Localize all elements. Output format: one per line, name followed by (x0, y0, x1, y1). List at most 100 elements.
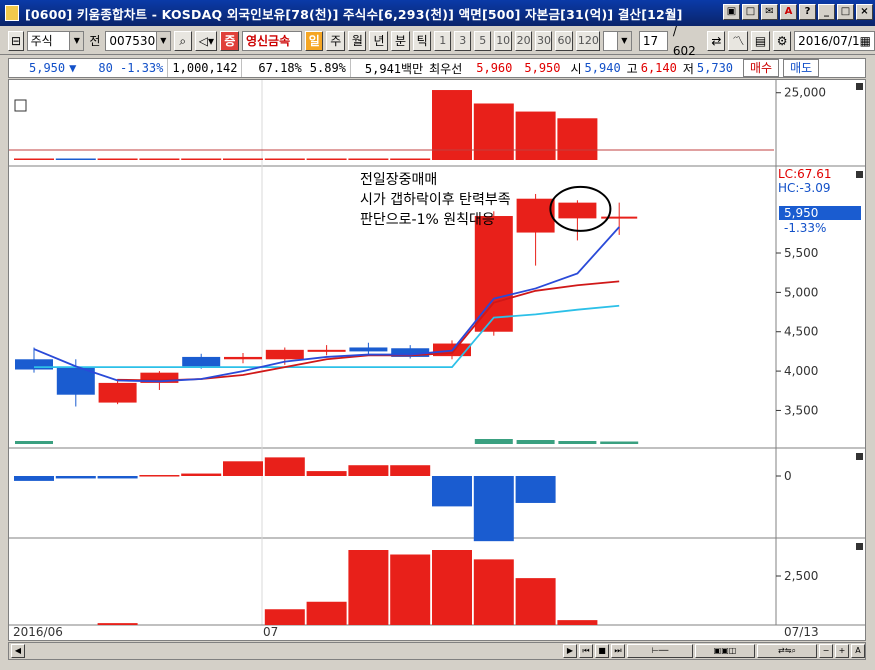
tile-button[interactable]: □ (742, 4, 759, 20)
zoom-out-icon[interactable]: − (819, 644, 833, 658)
grid-toggle-icon (14, 99, 27, 112)
last-icon[interactable]: ⏭ (611, 644, 625, 658)
oscillator-bar (181, 473, 222, 476)
y-tick-label: 5,500 (784, 246, 818, 260)
annotation-line-2: 시가 갭하락이후 탄력부족 (360, 192, 511, 208)
interval-select[interactable]: ▼ (603, 30, 632, 51)
annotation-line-3: 판단으로-1% 원칙대응 (360, 212, 495, 228)
sell-button[interactable]: 매도 (783, 59, 820, 77)
font-button[interactable]: A (780, 4, 797, 20)
date-input[interactable]: 2016/07/1 ▦ (794, 30, 875, 51)
minimize-button[interactable]: _ (818, 4, 835, 20)
candle-body (224, 356, 262, 360)
stop-icon[interactable]: ■ (595, 644, 609, 658)
interval-1[interactable]: 1 (434, 30, 452, 51)
zoom-icon[interactable]: ⇄⇋⌕ (757, 644, 817, 658)
y-tick-label: 4,000 (784, 364, 818, 378)
oscillator-bar (14, 476, 54, 481)
volume-strip-bar (15, 441, 53, 444)
panel-close-icon (856, 83, 863, 90)
ma-line-blue (33, 226, 620, 383)
period-week[interactable]: 주 (326, 30, 345, 51)
oscillator-bar (139, 475, 180, 477)
turnover: 5.89% (309, 61, 346, 75)
volume: 1,000,142 (172, 61, 238, 75)
y-tick-label: 5,000 (784, 285, 818, 299)
panel-close-icon (856, 453, 863, 460)
y-tick-label: 2,500 (784, 569, 818, 583)
market-select[interactable]: 주식 ▼ (26, 30, 85, 51)
open-price: 5,940 (584, 61, 621, 75)
foreign-volume-bar (223, 158, 263, 160)
search-icon[interactable]: ⌕ (173, 30, 192, 51)
interval-5[interactable]: 5 (474, 30, 492, 51)
stock-name: 영신금속 (241, 30, 302, 51)
current-price-label: 5,950 (784, 206, 818, 220)
interval-20[interactable]: 20 (514, 30, 533, 51)
current-price: 5,950 (29, 61, 66, 75)
count-input[interactable]: 17 (638, 30, 668, 51)
interval-30[interactable]: 30 (535, 30, 553, 51)
hc-label: HC:-3.09 (778, 181, 831, 195)
interval-60[interactable]: 60 (555, 30, 573, 51)
calendar-icon[interactable]: ▦ (860, 32, 871, 50)
help-button[interactable]: ? (799, 4, 816, 20)
foreign-volume-bar (390, 158, 431, 160)
high-price: 6,140 (640, 61, 677, 75)
scroll-right-icon[interactable]: ▶ (563, 644, 577, 658)
trade-amount: 5,941백만 (364, 61, 424, 76)
candle-body (182, 356, 221, 367)
interval-3[interactable]: 3 (454, 30, 472, 51)
chart-area[interactable]: 25,000 5,500 5,000 4,500 4,000 3,500 0 2,500… (8, 79, 866, 641)
bid-price: 5,950 (524, 61, 561, 75)
gear-icon[interactable]: ⚙ (772, 30, 792, 51)
save-icon[interactable]: ▤ (750, 30, 770, 51)
link-button[interactable]: ▣ (723, 4, 740, 20)
scroll-left-icon[interactable]: ◀ (11, 644, 25, 658)
chart-scrollbar[interactable]: ◀ ▶ ⏮ ■ ⏭ ⊢── ▣▣◫ ⇄⇋⌕ − + A (8, 642, 866, 660)
first-icon[interactable]: ⏮ (579, 644, 593, 658)
pin-icon[interactable]: ⊟ (8, 30, 24, 51)
market-label: 주식 (30, 33, 53, 48)
mail-icon[interactable]: ✉ (761, 4, 778, 20)
volume-bar (390, 554, 431, 625)
volume-bar (515, 578, 556, 625)
oscillator-bar (348, 465, 389, 476)
speaker-icon[interactable]: ◁▾ (194, 30, 218, 51)
oscillator-bar (515, 476, 556, 503)
low-label: 저 (682, 61, 694, 76)
volume-bar (473, 559, 514, 625)
period-month[interactable]: 월 (347, 30, 367, 51)
zoom-in-icon[interactable]: + (835, 644, 849, 658)
chart-canvas[interactable]: 25,000 5,500 5,000 4,500 4,000 3,500 0 2,500… (9, 80, 865, 640)
open-label: 시 (570, 61, 582, 76)
badge-button[interactable]: 증 (220, 30, 239, 51)
code-input[interactable]: 007530 ▼ (105, 30, 171, 51)
oscillator-bar (306, 471, 347, 476)
buy-button[interactable]: 매수 (743, 59, 780, 77)
period-tick[interactable]: 틱 (412, 30, 432, 51)
scroll-thumb[interactable]: ⊢── (627, 644, 693, 658)
maximize-button[interactable]: □ (837, 4, 854, 20)
x-label-start: 2016/06 (13, 625, 63, 639)
interval-10[interactable]: 10 (494, 30, 512, 51)
oscillator-bar (473, 476, 514, 542)
close-button[interactable]: × (856, 4, 873, 20)
y-tick-label: 0 (784, 469, 792, 483)
font-size-icon[interactable]: A (851, 644, 865, 658)
candle-body (516, 198, 555, 233)
window-buttons: ▣ □ ✉ A ? _ □ × (723, 4, 873, 20)
volume-bar (348, 550, 389, 625)
period-minute[interactable]: 분 (391, 30, 410, 51)
volume-strip-bar (558, 441, 597, 444)
foreign-volume-bar (139, 158, 180, 160)
volume-bar (432, 550, 472, 625)
tools-icon[interactable]: ▣▣◫ (695, 644, 755, 658)
chart-icon[interactable]: 〽 (728, 30, 748, 51)
interval-120[interactable]: 120 (575, 30, 600, 51)
arrows-icon[interactable]: ⇄ (707, 30, 726, 51)
period-day[interactable]: 일 (304, 30, 324, 51)
oscillator-bar (97, 476, 138, 479)
period-year[interactable]: 년 (369, 30, 389, 51)
foreign-volume-bar (306, 158, 347, 160)
